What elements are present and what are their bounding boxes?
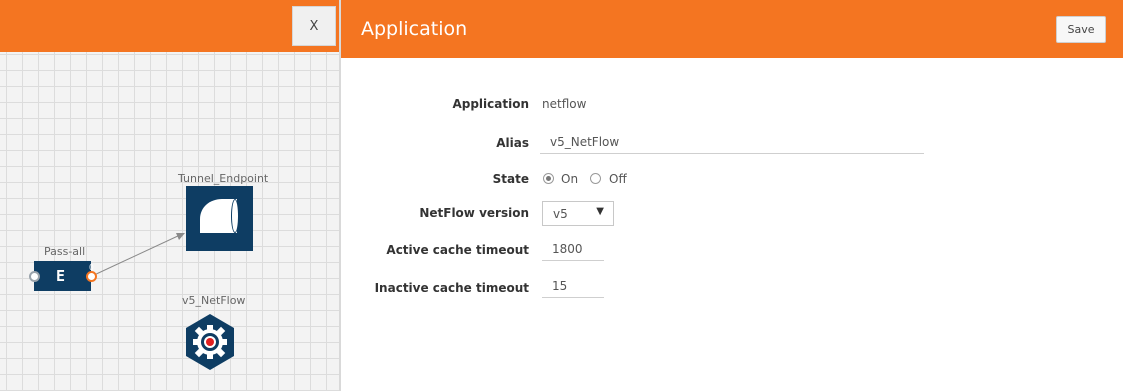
input-port[interactable] <box>29 271 40 282</box>
state-off-label: Off <box>609 172 627 186</box>
output-port[interactable] <box>86 271 97 282</box>
state-on-radio[interactable] <box>543 173 554 184</box>
close-icon: X <box>309 18 319 34</box>
application-value: netflow <box>542 97 587 111</box>
port-number: 0 <box>89 263 94 272</box>
tunnel-endpoint-node[interactable] <box>186 186 253 251</box>
pass-all-node[interactable]: E <box>34 261 91 291</box>
panel-divider <box>339 0 341 391</box>
active-cache-timeout-label: Active cache timeout <box>386 243 529 257</box>
topology-canvas[interactable]: Tunnel_Endpoint Pass-all E 0 v5_NetFlow <box>0 0 339 391</box>
page-title: Application <box>361 18 468 40</box>
state-off-radio[interactable] <box>590 173 601 184</box>
alias-label: Alias <box>496 136 529 150</box>
state-label: State <box>492 172 529 186</box>
netflow-node[interactable] <box>180 312 240 372</box>
tunnel-icon <box>200 199 239 233</box>
tunnel-endpoint-label: Tunnel_Endpoint <box>178 172 269 185</box>
close-button[interactable]: X <box>292 6 336 46</box>
save-button[interactable]: Save <box>1056 16 1106 43</box>
state-on-label: On <box>561 172 579 186</box>
chevron-down-icon: ▼ <box>596 206 604 217</box>
inactive-cache-timeout-label: Inactive cache timeout <box>374 281 529 295</box>
application-label: Application <box>452 97 529 111</box>
netflow-node-label: v5_NetFlow <box>182 294 246 307</box>
netflow-version-value: v5 <box>553 207 568 221</box>
active-cache-timeout-input[interactable] <box>542 237 604 261</box>
inactive-cache-timeout-input[interactable] <box>542 274 604 298</box>
netflow-version-select[interactable]: v5 ▼ <box>542 201 614 226</box>
pass-all-label: Pass-all <box>44 245 86 258</box>
connection-line <box>91 233 185 277</box>
filter-icon: E <box>56 267 66 285</box>
alias-input[interactable] <box>540 130 924 154</box>
netflow-version-label: NetFlow version <box>419 206 529 220</box>
gear-icon <box>186 314 234 370</box>
